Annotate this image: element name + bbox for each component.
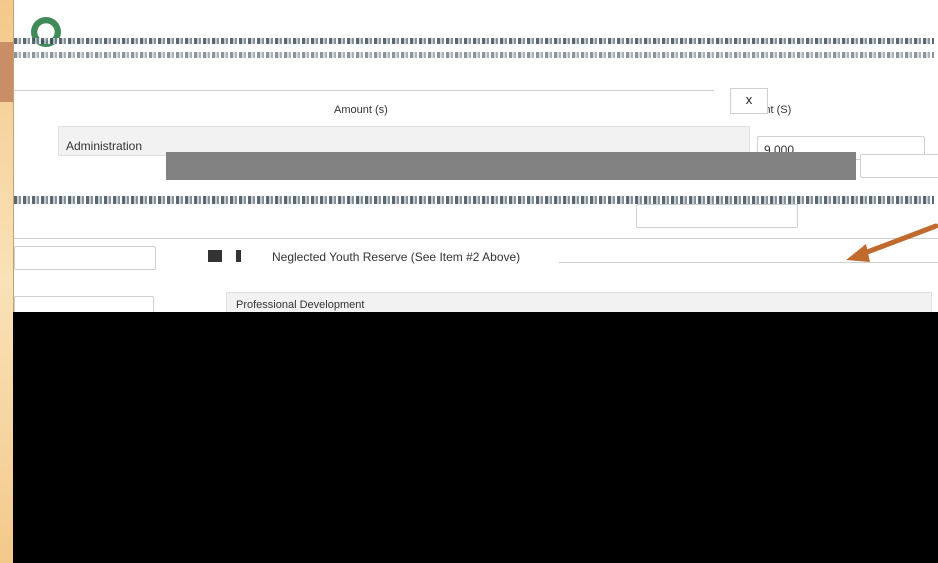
row-divider (14, 238, 938, 239)
instruction-text-line (14, 196, 934, 204)
professional-development-label: Professional Development (236, 299, 365, 311)
prof-dev-left-field[interactable] (14, 296, 154, 312)
neglected-youth-left-field[interactable] (14, 246, 156, 270)
input-field[interactable] (636, 204, 798, 228)
column-header-amount: Amount (s) (334, 104, 388, 116)
header-rule (14, 90, 714, 91)
toolbar-bar (166, 152, 856, 180)
header-text-line-2 (14, 52, 934, 58)
checkbox-marker[interactable] (208, 250, 222, 262)
header-text-line-1 (14, 38, 934, 44)
close-button[interactable]: x (730, 88, 768, 114)
toolbar-field[interactable] (860, 154, 938, 178)
pointer-arrow-icon (846, 223, 938, 262)
administration-label: Administration (66, 139, 143, 153)
checkbox-marker-2[interactable] (236, 250, 241, 262)
app-screenshot: Amount (s) Amt (S) x Administration 9,00… (13, 0, 938, 312)
redacted-region (13, 312, 938, 563)
neglected-youth-label: Neglected Youth Reserve (See Item #2 Abo… (272, 250, 521, 264)
